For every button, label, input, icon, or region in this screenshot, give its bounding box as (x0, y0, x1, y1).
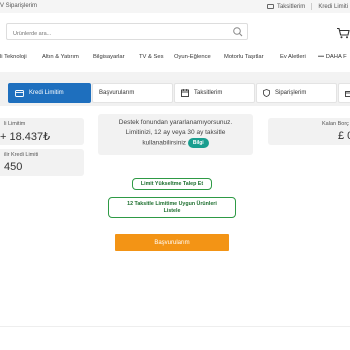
top-utility-links: Taksitlerim Kredi Limiti (266, 3, 348, 10)
cart-icon[interactable] (336, 27, 350, 39)
orders-link[interactable]: V Siparişlerim (0, 3, 37, 9)
info-badge[interactable]: Bilgi (187, 138, 209, 148)
tab-orders-label: Siparişlerim (275, 90, 307, 96)
card-icon (15, 89, 24, 97)
card-icon (266, 4, 274, 9)
category-item[interactable]: Oyun-Eğlence (174, 54, 211, 60)
applications-button[interactable]: Başvurularım (115, 234, 229, 251)
installments-link[interactable]: Taksitlerim (266, 3, 306, 10)
tab-orders[interactable]: Siparişlerim (256, 83, 337, 103)
search-input[interactable] (6, 23, 248, 40)
list-eligible-products-button[interactable]: 12 Taksitle Limitime Uygun Ürünleri List… (108, 197, 236, 218)
credit-limit-link-label: Kredi Limiti (318, 3, 348, 10)
category-item[interactable]: Ev Aletleri (280, 54, 306, 60)
info-badge-label: Bilgi (192, 140, 204, 146)
remaining-debt-label: Kalan Borç (322, 121, 349, 127)
shield-icon (263, 89, 270, 97)
credit-limit-panel: li Limitim + 18.437₺ ilir Kredi Limiti 4… (0, 106, 350, 350)
limit-card-label: li Limitim (4, 121, 26, 127)
category-item[interactable]: li Teknoloji (0, 54, 27, 60)
applications-button-label: Başvurularım (154, 239, 190, 246)
tab-applications-label: Başvurularım (99, 90, 135, 96)
available-limit-value: 450 (4, 161, 23, 173)
notice-line: Limitinizi, 12 ay veya 30 ay taksitle (125, 129, 226, 136)
category-item[interactable]: TV & Ses (139, 54, 163, 60)
credit-limit-link[interactable]: Kredi Limiti (318, 4, 348, 10)
tab-installments[interactable]: Taksitlerim (174, 83, 255, 103)
tab-credit-limit[interactable]: Kredi Limitim (8, 83, 91, 103)
account-tabs: Kredi Limitim Başvurularım Taksitlerim S… (0, 80, 350, 106)
notice-line-with-badge: kullanabilirsiniz Bilgi (98, 138, 253, 149)
tab-applications[interactable]: Başvurularım (92, 83, 173, 103)
section-divider (0, 72, 350, 80)
available-limit-card: ilir Kredi Limiti 450 (0, 149, 84, 176)
category-more[interactable]: ••• DAHA F (318, 54, 347, 60)
orders-link-label: V Siparişlerim (0, 3, 38, 9)
more-dots-icon: ••• (318, 54, 325, 60)
limit-card: li Limitim + 18.437₺ (0, 118, 84, 145)
installments-link-label: Taksitlerim (276, 3, 306, 10)
list-eligible-products-label: 12 Taksitle Limitime Uygun Ürünleri (127, 200, 217, 207)
top-utility-bar: V Siparişlerim Taksitlerim Kredi Limiti (0, 0, 350, 13)
notice-line: kullanabilirsiniz (142, 139, 187, 147)
remaining-debt-value: £ 0 (338, 130, 350, 142)
box-icon (345, 90, 350, 97)
limit-increase-button-label: Limit Yükseltme Talep Et (140, 180, 204, 187)
calendar-icon (181, 89, 189, 97)
tab-installments-label: Taksitlerim (194, 90, 223, 96)
list-eligible-products-label: Listele (163, 207, 181, 214)
category-more-label: DAHA F (325, 54, 347, 60)
support-fund-notice: Destek fonundan yararlanamıyorsunuz. Lim… (98, 114, 253, 155)
divider (0, 326, 350, 327)
category-nav: li Teknoloji Altın & Yatırım Bilgisayarl… (0, 50, 350, 68)
notice-line: Destek fonundan yararlanamıyorsunuz. (118, 119, 233, 126)
site-header (0, 13, 350, 50)
remaining-debt-card: Kalan Borç £ 0 (268, 118, 350, 145)
available-limit-label: ilir Kredi Limiti (4, 152, 39, 158)
tab-credit-limit-label: Kredi Limitim (29, 90, 64, 96)
category-item[interactable]: Altın & Yatırım (42, 54, 79, 60)
tab-more[interactable] (338, 83, 350, 103)
category-item[interactable]: Bilgisayarlar (93, 54, 125, 60)
limit-card-value: + 18.437₺ (0, 131, 51, 143)
limit-increase-button[interactable]: Limit Yükseltme Talep Et (132, 178, 212, 190)
search-icon[interactable] (232, 26, 244, 38)
category-item[interactable]: Motorlu Taşıtlar (224, 54, 264, 60)
divider (311, 3, 313, 10)
